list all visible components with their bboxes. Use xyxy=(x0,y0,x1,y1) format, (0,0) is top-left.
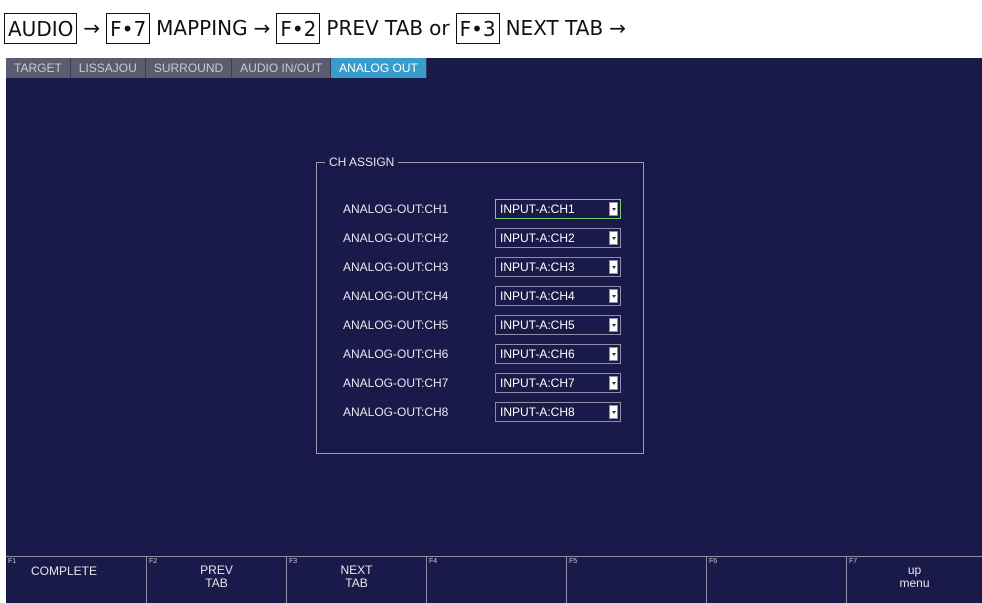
fkey-number: F6 xyxy=(709,558,718,565)
f7-key: F•7 xyxy=(106,12,151,44)
analog-out-ch1-label: ANALOG-OUT:CH1 xyxy=(343,202,449,216)
ch-assign-row: ANALOG-OUT:CH3 INPUT-A:CH3 xyxy=(343,257,621,277)
analog-out-ch3-select[interactable]: INPUT-A:CH3 xyxy=(495,257,621,277)
ch-assign-row: ANALOG-OUT:CH4 INPUT-A:CH4 xyxy=(343,286,621,306)
dropdown-arrow-icon[interactable] xyxy=(609,202,618,216)
tab-lissajou[interactable]: LISSAJOU xyxy=(70,58,146,78)
ch-assign-row: ANALOG-OUT:CH6 INPUT-A:CH6 xyxy=(343,344,621,364)
ch-assign-title: CH ASSIGN xyxy=(325,155,399,169)
analog-out-ch5-label: ANALOG-OUT:CH5 xyxy=(343,318,449,332)
dropdown-arrow-icon[interactable] xyxy=(609,347,618,361)
fkey-label: PREV TAB xyxy=(200,563,233,590)
f7-up-menu-button[interactable]: F7 up menu xyxy=(846,557,982,603)
analog-out-ch4-label: ANALOG-OUT:CH4 xyxy=(343,289,449,303)
tab-audio-in-out[interactable]: AUDIO IN/OUT xyxy=(232,58,332,78)
analog-out-ch1-select[interactable]: INPUT-A:CH1 xyxy=(495,199,621,219)
analog-out-ch6-select[interactable]: INPUT-A:CH6 xyxy=(495,344,621,364)
analog-out-ch2-label: ANALOG-OUT:CH2 xyxy=(343,231,449,245)
f4-button[interactable]: F4 xyxy=(426,557,566,603)
dropdown-arrow-icon[interactable] xyxy=(609,260,618,274)
tab-bar: TARGET LISSAJOU SURROUND AUDIO IN/OUT AN… xyxy=(6,58,427,78)
analog-out-ch3-label: ANALOG-OUT:CH3 xyxy=(343,260,449,274)
tab-analog-out[interactable]: ANALOG OUT xyxy=(331,58,427,78)
fkey-label: NEXT TAB xyxy=(340,563,373,590)
analog-out-ch8-select[interactable]: INPUT-A:CH8 xyxy=(495,402,621,422)
f3-key: F•3 xyxy=(455,12,500,44)
fkey-label: up menu xyxy=(899,563,930,590)
prev-tab-label: PREV TAB xyxy=(326,16,424,40)
fkey-number: F4 xyxy=(429,558,438,565)
analog-out-ch7-select[interactable]: INPUT-A:CH7 xyxy=(495,373,621,393)
breadcrumb: AUDIO → F•7 MAPPING → F•2 PREV TAB or F•… xyxy=(4,6,632,50)
ch-assign-row: ANALOG-OUT:CH7 INPUT-A:CH7 xyxy=(343,373,621,393)
dropdown-arrow-icon[interactable] xyxy=(609,405,618,419)
next-tab-label: NEXT TAB xyxy=(505,16,604,40)
select-value: INPUT-A:CH6 xyxy=(500,347,575,361)
select-value: INPUT-A:CH1 xyxy=(500,202,575,216)
function-key-bar: F1 COMPLETE F2 PREV TAB F3 NEXT TAB F4 F… xyxy=(6,556,982,603)
select-value: INPUT-A:CH7 xyxy=(500,376,575,390)
or-label: or xyxy=(429,16,450,40)
analog-out-ch2-select[interactable]: INPUT-A:CH2 xyxy=(495,228,621,248)
arrow-icon: → xyxy=(83,16,101,40)
mapping-label: MAPPING xyxy=(156,16,248,40)
f1-complete-button[interactable]: F1 COMPLETE xyxy=(6,557,146,603)
fkey-label: COMPLETE xyxy=(30,564,97,578)
ch-assign-row: ANALOG-OUT:CH1 INPUT-A:CH1 xyxy=(343,199,621,219)
tab-surround[interactable]: SURROUND xyxy=(145,58,233,78)
analog-out-ch5-select[interactable]: INPUT-A:CH5 xyxy=(495,315,621,335)
analog-out-ch8-label: ANALOG-OUT:CH8 xyxy=(343,405,449,419)
select-value: INPUT-A:CH8 xyxy=(500,405,575,419)
dropdown-arrow-icon[interactable] xyxy=(609,289,618,303)
dropdown-arrow-icon[interactable] xyxy=(609,231,618,245)
arrow-icon: → xyxy=(609,16,626,40)
dropdown-arrow-icon[interactable] xyxy=(609,318,618,332)
fkey-number: F1 xyxy=(8,558,17,565)
ch-assign-row: ANALOG-OUT:CH2 INPUT-A:CH2 xyxy=(343,228,621,248)
ch-assign-row: ANALOG-OUT:CH5 INPUT-A:CH5 xyxy=(343,315,621,335)
f6-button[interactable]: F6 xyxy=(706,557,846,603)
f2-key: F•2 xyxy=(276,12,321,44)
audio-key: AUDIO xyxy=(4,12,78,44)
ch-assign-row: ANALOG-OUT:CH8 INPUT-A:CH8 xyxy=(343,402,621,422)
f3-next-tab-button[interactable]: F3 NEXT TAB xyxy=(286,557,426,603)
analog-out-ch7-label: ANALOG-OUT:CH7 xyxy=(343,376,449,390)
tab-target[interactable]: TARGET xyxy=(6,58,71,78)
dropdown-arrow-icon[interactable] xyxy=(609,376,618,390)
select-value: INPUT-A:CH5 xyxy=(500,318,575,332)
ch-assign-group: CH ASSIGN ANALOG-OUT:CH1 INPUT-A:CH1 ANA… xyxy=(316,155,644,454)
select-value: INPUT-A:CH3 xyxy=(500,260,575,274)
analog-out-ch4-select[interactable]: INPUT-A:CH4 xyxy=(495,286,621,306)
arrow-icon: → xyxy=(253,16,271,40)
fkey-number: F5 xyxy=(569,558,578,565)
analog-out-ch6-label: ANALOG-OUT:CH6 xyxy=(343,347,449,361)
f2-prev-tab-button[interactable]: F2 PREV TAB xyxy=(146,557,286,603)
select-value: INPUT-A:CH2 xyxy=(500,231,575,245)
monitor-screen: TARGET LISSAJOU SURROUND AUDIO IN/OUT AN… xyxy=(6,58,982,603)
select-value: INPUT-A:CH4 xyxy=(500,289,575,303)
f5-button[interactable]: F5 xyxy=(566,557,706,603)
